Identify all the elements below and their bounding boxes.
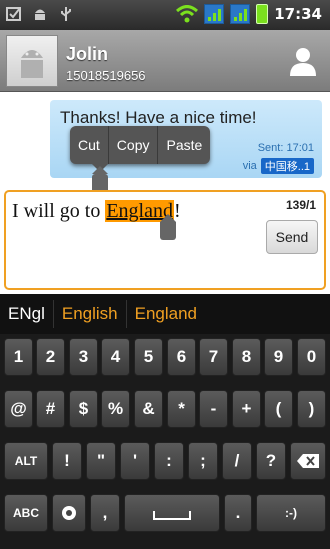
copy-menu-item[interactable]: Copy [109,126,159,164]
contact-header: Jolin 15018519656 [0,30,330,92]
key-question[interactable]: ? [256,442,286,480]
key-colon[interactable]: : [154,442,184,480]
key-1[interactable]: 1 [4,338,33,376]
key-9[interactable]: 9 [264,338,293,376]
key-double-quote[interactable]: " [86,442,116,480]
keyboard-row-2: @ # $ % & * - + ( ) [0,390,330,434]
key-minus[interactable]: - [199,390,228,428]
avatar[interactable] [6,35,58,87]
key-open-paren[interactable]: ( [264,390,293,428]
key-5[interactable]: 5 [134,338,163,376]
key-dollar[interactable]: $ [69,390,98,428]
key-6[interactable]: 6 [167,338,196,376]
backspace-icon [297,454,319,468]
suggestion-bar: ENgl English England [0,294,330,334]
message-text: Thanks! Have a nice time! [60,108,257,127]
signal-2-icon [230,4,251,24]
key-asterisk[interactable]: * [167,390,196,428]
key-ampersand[interactable]: & [134,390,163,428]
key-at[interactable]: @ [4,390,33,428]
android-avatar-icon [21,50,43,78]
keyboard-row-1: 1 2 3 4 5 6 7 8 9 0 [0,338,330,382]
battery-icon [256,4,269,24]
settings-key[interactable] [52,494,86,532]
key-smiley[interactable]: :-) [256,494,326,532]
message-via: via 中国移..1 [243,158,314,174]
key-abc[interactable]: ABC [4,494,48,532]
checkbox-notification-icon [6,7,21,21]
compose-text-before: I will go to [12,200,106,222]
suggestion-english[interactable]: English [54,300,127,328]
key-semicolon[interactable]: ; [188,442,218,480]
gear-icon [62,506,76,520]
keyboard: 1 2 3 4 5 6 7 8 9 0 @ # $ % & * - + ( ) … [0,334,330,549]
key-single-quote[interactable]: ' [120,442,150,480]
message-sent-time: Sent: 17:01 [257,142,314,154]
paste-menu-item[interactable]: Paste [158,126,210,164]
contact-name: Jolin [66,44,109,64]
via-label: via [242,160,257,172]
clock: 17:34 [274,5,322,23]
key-8[interactable]: 8 [232,338,261,376]
edit-menu: Cut Copy Paste [70,126,211,164]
android-notification-icon [35,9,45,20]
suggestion-typed[interactable]: ENgl [0,300,54,328]
key-hash[interactable]: # [36,390,65,428]
carrier-badge: 中国移..1 [260,158,314,174]
contact-number: 15018519656 [66,68,146,83]
key-period[interactable]: . [224,494,252,532]
key-slash[interactable]: / [222,442,252,480]
cut-menu-item[interactable]: Cut [70,126,109,164]
suggestion-england[interactable]: England [127,300,205,328]
send-button[interactable]: Send [266,220,318,254]
compose-text[interactable]: I will go to England! [12,200,181,223]
key-2[interactable]: 2 [36,338,65,376]
key-7[interactable]: 7 [199,338,228,376]
key-4[interactable]: 4 [101,338,130,376]
space-bar-icon [153,511,191,520]
person-icon[interactable] [286,44,320,78]
keyboard-row-4: ABC , . :-) [0,494,330,538]
wifi-icon [176,5,199,23]
key-alt[interactable]: ALT [4,442,48,480]
space-key[interactable] [124,494,220,532]
usb-icon [61,7,71,21]
key-comma[interactable]: , [90,494,120,532]
selection-end-handle[interactable] [160,214,176,240]
backspace-key[interactable] [290,442,326,480]
key-close-paren[interactable]: ) [297,390,326,428]
keyboard-row-3: ALT ! " ' : ; / ? [0,442,330,486]
key-percent[interactable]: % [101,390,130,428]
key-3[interactable]: 3 [69,338,98,376]
key-plus[interactable]: + [232,390,261,428]
key-0[interactable]: 0 [297,338,326,376]
character-counter: 139/1 [285,198,316,212]
signal-1-icon [204,4,225,24]
key-exclamation[interactable]: ! [52,442,82,480]
status-bar: 17:34 [0,0,330,30]
compose-box[interactable]: I will go to England! 139/1 Send [4,190,326,290]
